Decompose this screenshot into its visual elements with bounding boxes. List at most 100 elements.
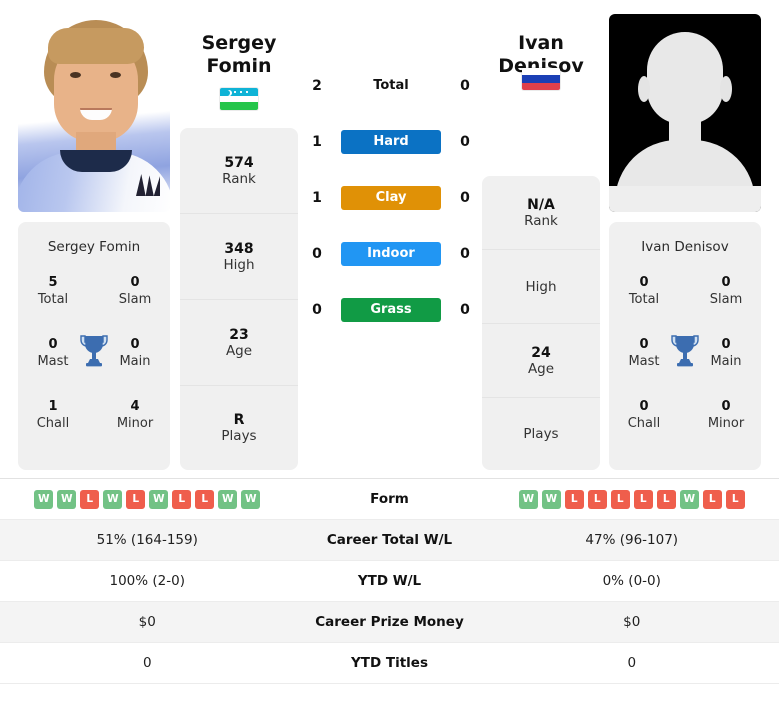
- titles-chall-value: 0: [639, 399, 649, 414]
- player-photo-left[interactable]: [18, 14, 170, 212]
- titles-mast-value: 0: [48, 337, 58, 352]
- surface-comparison-column: 2 Total 0 1 Hard 0 1 Clay 0 0 Indoor 0 0…: [306, 58, 476, 338]
- row-label-career-total-wl: Career Total W/L: [326, 532, 453, 548]
- titles-minor-right: 0 Minor: [697, 399, 755, 432]
- table-row-ytd-titles: 0 YTD Titles 0: [0, 643, 779, 684]
- form-badge-loss[interactable]: L: [564, 489, 584, 509]
- form-badge-win[interactable]: W: [34, 489, 54, 509]
- stat-cell-plays: Plays: [482, 398, 600, 470]
- stat-label-age: Age: [527, 360, 555, 377]
- avatar-ear-right: [720, 76, 732, 102]
- titles-chall-label: Chall: [36, 415, 70, 431]
- form-badge-loss[interactable]: L: [633, 489, 653, 509]
- titles-slam-value: 0: [130, 275, 140, 290]
- titles-chall-left: 1 Chall: [24, 399, 82, 432]
- titles-slam-left: 0 Slam: [106, 275, 164, 308]
- surface-score-right: 0: [460, 134, 470, 150]
- player-stats-stack-left: 574 Rank 348 High 23 Age R Plays: [180, 128, 298, 470]
- titles-slam-label: Slam: [118, 291, 152, 307]
- surface-score-left: 1: [312, 190, 322, 206]
- avatar-head: [647, 32, 723, 124]
- titles-total-label: Total: [628, 291, 660, 307]
- table-row-career-total-wl: 51% (164-159) Career Total W/L 47% (96-1…: [0, 520, 779, 561]
- avatar-base: [609, 186, 761, 212]
- titles-card-right: Ivan Denisov 0 Total 0 Slam 0 Mast 0 Mai…: [609, 222, 761, 470]
- value-left: 100% (2-0): [109, 573, 185, 589]
- titles-minor-label: Minor: [707, 415, 745, 431]
- titles-minor-left: 4 Minor: [106, 399, 164, 432]
- surface-score-left: 2: [312, 78, 322, 94]
- form-badge-win[interactable]: W: [103, 489, 123, 509]
- titles-grid-right: 0 Total 0 Slam 0 Mast 0 Main 0 Chall 0 M…: [609, 275, 761, 461]
- form-badge-loss[interactable]: L: [80, 489, 100, 509]
- stat-cell-high: High: [482, 250, 600, 324]
- form-badge-win[interactable]: W: [57, 489, 77, 509]
- form-badge-win[interactable]: W: [241, 489, 261, 509]
- value-left: 51% (164-159): [96, 532, 198, 548]
- player-first-name-left: Sergey: [201, 32, 277, 54]
- stat-label-high: High: [223, 256, 255, 273]
- form-badge-win[interactable]: W: [218, 489, 238, 509]
- form-badge-loss[interactable]: L: [195, 489, 215, 509]
- form-badge-loss[interactable]: L: [126, 489, 146, 509]
- value-right: 0% (0-0): [602, 573, 661, 589]
- table-row-form: WWLWLWLLWW Form WWLLLLLWLL: [0, 479, 779, 520]
- row-label-ytd-titles: YTD Titles: [351, 655, 428, 671]
- surface-label-clay[interactable]: Clay: [341, 186, 441, 210]
- player-name-left[interactable]: Sergey Fomin: [174, 32, 304, 78]
- form-badge-win[interactable]: W: [518, 489, 538, 509]
- titles-chall-right: 0 Chall: [615, 399, 673, 432]
- titles-mast-right: 0 Mast: [615, 337, 673, 370]
- stat-value-age: 23: [229, 326, 249, 343]
- surface-row-clay: 1 Clay 0: [306, 170, 476, 226]
- stat-cell-rank: N/A Rank: [482, 176, 600, 250]
- surface-label-indoor[interactable]: Indoor: [341, 242, 441, 266]
- player-photo-right[interactable]: [609, 14, 761, 212]
- stat-cell-rank: 574 Rank: [180, 128, 298, 214]
- titles-mast-label: Mast: [628, 353, 660, 369]
- titles-slam-right: 0 Slam: [697, 275, 755, 308]
- stat-label-rank: Rank: [222, 170, 256, 187]
- uzbekistan-flag-icon: [220, 88, 258, 110]
- form-badge-win[interactable]: W: [679, 489, 699, 509]
- surface-label-hard[interactable]: Hard: [341, 130, 441, 154]
- stat-value-plays: R: [233, 412, 245, 428]
- surface-row-total: 2 Total 0: [306, 58, 476, 114]
- titles-main-value: 0: [130, 337, 140, 352]
- titles-chall-label: Chall: [627, 415, 661, 431]
- russia-flag-icon: [522, 68, 560, 90]
- form-badge-loss[interactable]: L: [610, 489, 630, 509]
- titles-minor-label: Minor: [116, 415, 154, 431]
- form-badge-win[interactable]: W: [541, 489, 561, 509]
- titles-total-value: 0: [639, 275, 649, 290]
- stat-cell-age: 23 Age: [180, 300, 298, 386]
- titles-grid-left: 5 Total 0 Slam 0 Mast 0 Main 1 Chall 4 M…: [18, 275, 170, 461]
- form-badge-loss[interactable]: L: [725, 489, 745, 509]
- value-left: 0: [142, 655, 152, 671]
- surface-row-hard: 1 Hard 0: [306, 114, 476, 170]
- form-badge-loss[interactable]: L: [702, 489, 722, 509]
- stat-value-rank: 574: [224, 154, 254, 171]
- titles-slam-label: Slam: [709, 291, 743, 307]
- value-right: 47% (96-107): [585, 532, 679, 548]
- surface-label-grass[interactable]: Grass: [341, 298, 441, 322]
- value-right: 0: [627, 655, 637, 671]
- stat-value-high: 348: [224, 240, 254, 257]
- form-badge-loss[interactable]: L: [656, 489, 676, 509]
- stat-label-age: Age: [225, 342, 253, 359]
- titles-total-value: 5: [48, 275, 58, 290]
- trophy-icon: [79, 333, 109, 367]
- stat-value-age: 24: [531, 344, 551, 361]
- photo-fringe: [48, 28, 144, 64]
- avatar-placeholder-icon: [609, 14, 761, 212]
- form-badge-loss[interactable]: L: [172, 489, 192, 509]
- titles-minor-value: 0: [721, 399, 731, 414]
- photo-collar: [60, 150, 132, 172]
- surface-score-right: 0: [460, 302, 470, 318]
- form-badge-loss[interactable]: L: [587, 489, 607, 509]
- stat-cell-plays: R Plays: [180, 386, 298, 470]
- form-badge-win[interactable]: W: [149, 489, 169, 509]
- card-player-name-right: Ivan Denisov: [641, 239, 729, 255]
- value-right: $0: [623, 614, 641, 630]
- comparison-stats-table: WWLWLWLLWW Form WWLLLLLWLL 51% (164-159)…: [0, 478, 779, 684]
